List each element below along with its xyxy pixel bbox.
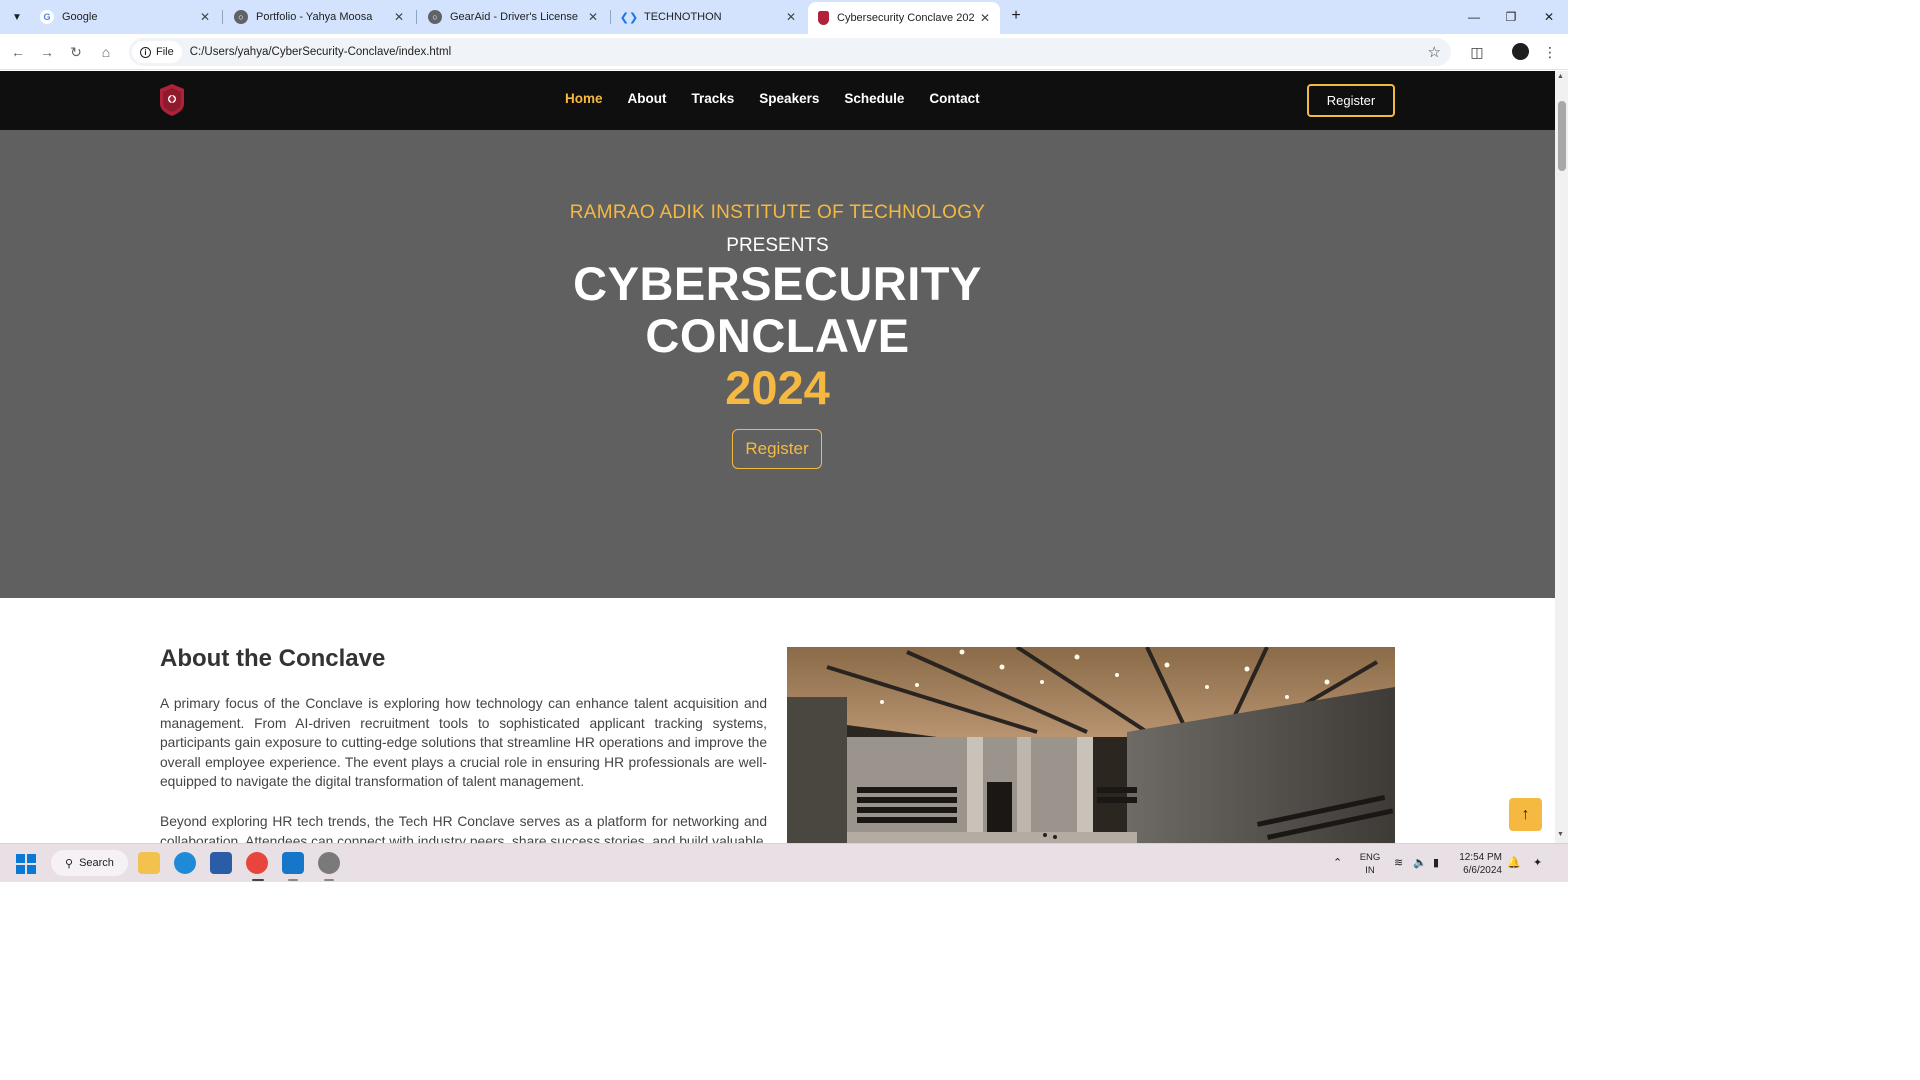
home-icon[interactable]: ⌂ xyxy=(96,42,116,62)
close-window-icon[interactable]: ✕ xyxy=(1530,0,1568,34)
running-app-indicator xyxy=(288,879,298,881)
page-scrollbar[interactable]: ▲ ▼ xyxy=(1555,71,1568,843)
windows-start-icon[interactable] xyxy=(16,854,36,874)
chrome-icon[interactable] xyxy=(246,852,268,874)
back-arrow-icon[interactable]: ← xyxy=(8,42,28,62)
tab-title: Google xyxy=(62,11,98,23)
reload-icon[interactable]: ↻ xyxy=(66,42,86,62)
battery-icon[interactable]: ▮ xyxy=(1433,856,1439,869)
auditorium-image xyxy=(787,647,1395,843)
language-code: ENG xyxy=(1359,852,1381,863)
site-info-chip[interactable]: i File xyxy=(132,41,182,63)
hero-register-button[interactable]: Register xyxy=(732,429,822,469)
hero-section: RAMRAO ADIK INSTITUTE OF TECHNOLOGY PRES… xyxy=(0,130,1555,598)
running-app-indicator xyxy=(324,879,334,881)
wifi-icon[interactable]: ≋ xyxy=(1394,856,1403,869)
chip-label: File xyxy=(156,46,174,58)
new-tab-button[interactable]: + xyxy=(1006,6,1026,26)
chevron-down-icon[interactable]: ▼ xyxy=(6,6,28,28)
conclave-logo[interactable] xyxy=(160,84,184,116)
clock-date: 6/6/2024 xyxy=(1463,865,1502,876)
star-icon[interactable]: ☆ xyxy=(1428,43,1441,61)
scrollbar-thumb[interactable] xyxy=(1558,101,1566,171)
info-icon: i xyxy=(140,46,151,58)
hero-title-line1: CYBERSECURITY xyxy=(573,257,982,310)
tab-portfolio[interactable]: ○ Portfolio - Yahya Moosa ✕ xyxy=(224,4,414,30)
windows-taskbar: ⚲ Search ⌃ ENG IN ≋ 🔈 ▮ 12:54 PM 6/6/202… xyxy=(0,843,1568,882)
about-paragraph-2: Beyond exploring HR tech trends, the Tec… xyxy=(160,814,767,843)
code-icon: ❮❯ xyxy=(619,11,639,24)
globe-icon: ○ xyxy=(428,10,442,24)
globe-icon: ○ xyxy=(234,10,248,24)
google-icon: G xyxy=(40,10,54,24)
profile-avatar[interactable] xyxy=(1512,43,1529,60)
scroll-to-top-button[interactable]: ↑ xyxy=(1509,798,1542,831)
tab-separator xyxy=(222,10,223,24)
about-title: About the Conclave xyxy=(160,645,386,672)
shield-icon xyxy=(818,11,829,25)
active-app-indicator xyxy=(252,879,264,881)
close-icon[interactable]: ✕ xyxy=(588,10,598,24)
scroll-down-icon[interactable]: ▼ xyxy=(1557,831,1564,838)
page-viewport: Home About Tracks Speakers Schedule Cont… xyxy=(0,71,1555,843)
nav-contact[interactable]: Contact xyxy=(929,91,979,106)
browser-toolbar: ← → ↻ ⌂ i File C:/Users/yahya/CyberSecur… xyxy=(0,34,1568,70)
tab-title: Portfolio - Yahya Moosa xyxy=(256,11,373,23)
hero-title-line2: CONCLAVE xyxy=(645,309,910,362)
tab-google[interactable]: G Google ✕ xyxy=(30,4,220,30)
presents-label: PRESENTS xyxy=(726,235,829,256)
system-clock[interactable]: 12:54 PM 6/6/2024 xyxy=(1454,851,1502,877)
file-explorer-icon[interactable] xyxy=(138,852,160,874)
nav-about[interactable]: About xyxy=(628,91,667,106)
browser-tab-bar: ▼ G Google ✕ ○ Portfolio - Yahya Moosa ✕… xyxy=(0,0,1568,34)
language-indicator[interactable]: ENG IN xyxy=(1357,851,1383,877)
settings-gear-icon[interactable] xyxy=(318,852,340,874)
tab-separator xyxy=(610,10,611,24)
clock-time: 12:54 PM xyxy=(1459,852,1502,863)
address-bar[interactable]: i File C:/Users/yahya/CyberSecurity-Conc… xyxy=(129,38,1451,66)
chevron-up-icon[interactable]: ⌃ xyxy=(1333,856,1342,869)
volume-icon[interactable]: 🔈 xyxy=(1413,856,1427,869)
vscode-icon[interactable] xyxy=(282,852,304,874)
tab-separator xyxy=(416,10,417,24)
restore-icon[interactable]: ❐ xyxy=(1492,0,1530,34)
tab-title: GearAid - Driver's License Regi xyxy=(450,11,582,23)
tab-title: Cybersecurity Conclave 2024 xyxy=(837,12,974,24)
scroll-up-icon[interactable]: ▲ xyxy=(1557,73,1564,80)
close-icon[interactable]: ✕ xyxy=(980,11,990,25)
copilot-icon[interactable]: ✦ xyxy=(1533,856,1542,869)
header-register-button[interactable]: Register xyxy=(1307,84,1395,117)
tab-title: TECHNOTHON xyxy=(644,11,722,23)
store-icon[interactable] xyxy=(210,852,232,874)
region-code: IN xyxy=(1365,865,1375,876)
edge-icon[interactable] xyxy=(174,852,196,874)
about-paragraph-1: A primary focus of the Conclave is explo… xyxy=(160,696,767,790)
close-icon[interactable]: ✕ xyxy=(786,10,796,24)
search-icon: ⚲ xyxy=(65,857,74,870)
hero-year: 2024 xyxy=(725,361,830,414)
notification-bell-icon[interactable]: 🔔 xyxy=(1507,856,1521,869)
search-label: Search xyxy=(79,857,114,869)
tab-gearaid[interactable]: ○ GearAid - Driver's License Regi ✕ xyxy=(418,4,608,30)
nav-tracks[interactable]: Tracks xyxy=(692,91,735,106)
tab-technothon[interactable]: ❮❯ TECHNOTHON ✕ xyxy=(612,4,806,30)
tab-cybersecurity-conclave[interactable]: Cybersecurity Conclave 2024 ✕ xyxy=(808,2,1000,34)
close-icon[interactable]: ✕ xyxy=(200,10,210,24)
main-nav: Home About Tracks Speakers Schedule Cont… xyxy=(565,91,1005,106)
kebab-icon[interactable]: ⋮ xyxy=(1540,42,1560,62)
minimize-icon[interactable]: — xyxy=(1455,0,1493,34)
url-text[interactable]: C:/Users/yahya/CyberSecurity-Conclave/in… xyxy=(190,46,451,58)
nav-schedule[interactable]: Schedule xyxy=(844,91,904,106)
taskbar-search[interactable]: ⚲ Search xyxy=(51,850,128,876)
close-icon[interactable]: ✕ xyxy=(394,10,404,24)
forward-arrow-icon[interactable]: → xyxy=(37,42,57,62)
puzzle-icon[interactable]: ◫ xyxy=(1467,42,1487,62)
site-header: Home About Tracks Speakers Schedule Cont… xyxy=(0,71,1555,130)
nav-speakers[interactable]: Speakers xyxy=(759,91,819,106)
nav-home[interactable]: Home xyxy=(565,91,603,106)
institute-name: RAMRAO ADIK INSTITUTE OF TECHNOLOGY xyxy=(569,202,986,223)
